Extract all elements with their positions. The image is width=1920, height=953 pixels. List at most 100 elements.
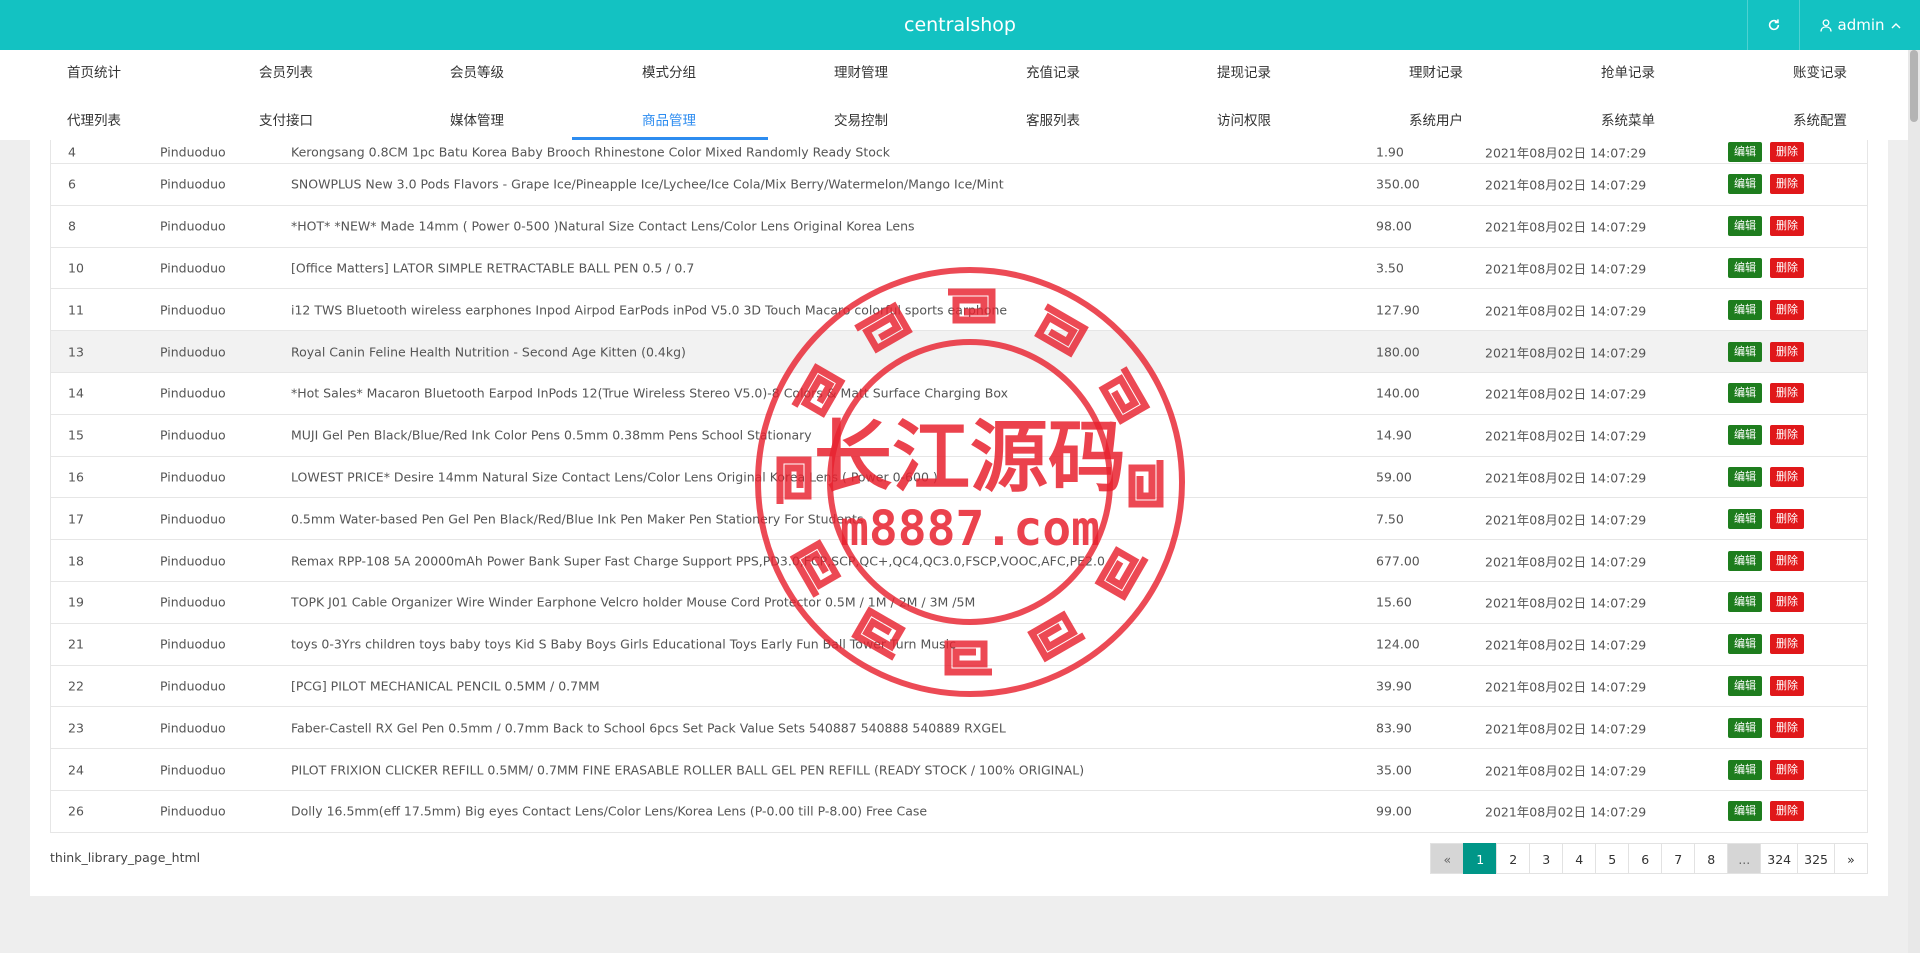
nav-item-members[interactable]: 会员列表 xyxy=(259,51,449,95)
edit-button[interactable]: 编辑 xyxy=(1728,216,1762,237)
table-row: 21 Pinduoduo toys 0-3Yrs children toys bab… xyxy=(51,624,1867,666)
delete-button[interactable]: 删除 xyxy=(1770,675,1804,696)
delete-button[interactable]: 删除 xyxy=(1770,383,1804,404)
row-actions: 编辑 删除 xyxy=(1728,675,1804,696)
page-scrollbar[interactable] xyxy=(1908,50,1920,953)
cell-shop: Pinduoduo xyxy=(160,678,226,694)
scrollbar-thumb[interactable] xyxy=(1910,50,1918,122)
page-number-button[interactable]: 2 xyxy=(1496,843,1531,874)
nav-item-payment[interactable]: 支付接口 xyxy=(259,99,449,143)
cell-id: 24 xyxy=(68,762,84,778)
cell-price: 35.00 xyxy=(1376,762,1412,778)
cell-time: 2021年08月02日 14:07:29 xyxy=(1485,554,1647,570)
delete-button[interactable]: 删除 xyxy=(1770,341,1804,362)
page-number-button[interactable]: 325 xyxy=(1797,843,1835,874)
delete-button[interactable]: 删除 xyxy=(1770,592,1804,613)
cell-shop: Pinduoduo xyxy=(160,511,226,527)
cell-shop: Pinduoduo xyxy=(160,176,226,192)
edit-button[interactable]: 编辑 xyxy=(1728,425,1762,446)
edit-button[interactable]: 编辑 xyxy=(1728,174,1762,195)
delete-button[interactable]: 删除 xyxy=(1770,466,1804,487)
table-row: 17 Pinduoduo 0.5mm Water-based Pen Gel Pen… xyxy=(51,498,1867,541)
cell-time: 2021年08月02日 14:07:29 xyxy=(1485,303,1647,319)
page-number-button[interactable]: 3 xyxy=(1529,843,1564,874)
page-number-button[interactable]: 6 xyxy=(1628,843,1663,874)
user-menu[interactable]: admin xyxy=(1799,0,1920,50)
edit-button[interactable]: 编辑 xyxy=(1728,759,1762,780)
cell-time: 2021年08月02日 14:07:29 xyxy=(1485,470,1647,486)
edit-button[interactable]: 编辑 xyxy=(1728,550,1762,571)
edit-button[interactable]: 编辑 xyxy=(1728,383,1762,404)
edit-button[interactable]: 编辑 xyxy=(1728,299,1762,320)
chevron-up-icon xyxy=(1891,22,1900,28)
nav-item-order-records[interactable]: 抢单记录 xyxy=(1601,51,1791,95)
cell-product-name: MUJI Gel Pen Black/Blue/Red Ink Color Pe… xyxy=(291,427,812,443)
main-nav: 首页统计 会员列表 会员等级 模式分组 理财管理 充值记录 提现记录 理财记录 … xyxy=(0,50,1908,140)
nav-item-agents[interactable]: 代理列表 xyxy=(67,99,257,143)
next-page-button[interactable]: » xyxy=(1834,843,1868,874)
edit-button[interactable]: 编辑 xyxy=(1728,257,1762,278)
cell-id: 4 xyxy=(68,144,76,159)
nav-item-system-users[interactable]: 系统用户 xyxy=(1409,99,1599,143)
nav-item-finance-records[interactable]: 理财记录 xyxy=(1409,51,1599,95)
cell-price: 39.90 xyxy=(1376,678,1412,694)
nav-item-finance[interactable]: 理财管理 xyxy=(834,51,1024,95)
cell-shop: Pinduoduo xyxy=(160,260,226,276)
edit-button[interactable]: 编辑 xyxy=(1728,634,1762,655)
app-title: centralshop xyxy=(904,14,1016,36)
delete-button[interactable]: 删除 xyxy=(1770,299,1804,320)
page-number-button[interactable]: 1 xyxy=(1463,843,1498,874)
cell-shop: Pinduoduo xyxy=(160,469,226,485)
nav-item-support[interactable]: 客服列表 xyxy=(1026,99,1216,143)
edit-button[interactable]: 编辑 xyxy=(1728,675,1762,696)
page-number-button[interactable]: 324 xyxy=(1760,843,1799,874)
cell-product-name: Faber-Castell RX Gel Pen 0.5mm / 0.7mm B… xyxy=(291,720,1006,736)
delete-button[interactable]: 删除 xyxy=(1770,759,1804,780)
delete-button[interactable]: 删除 xyxy=(1770,425,1804,446)
refresh-button[interactable] xyxy=(1747,0,1799,50)
edit-button[interactable]: 编辑 xyxy=(1728,466,1762,487)
cell-time: 2021年08月02日 14:07:29 xyxy=(1485,804,1647,820)
edit-button[interactable]: 编辑 xyxy=(1728,592,1762,613)
cell-id: 16 xyxy=(68,469,84,485)
delete-button[interactable]: 删除 xyxy=(1770,801,1804,822)
cell-price: 7.50 xyxy=(1376,511,1404,527)
nav-item-mode-groups[interactable]: 模式分组 xyxy=(642,51,832,95)
cell-product-name: LOWEST PRICE* Desire 14mm Natural Size C… xyxy=(291,469,938,485)
delete-button[interactable]: 删除 xyxy=(1770,141,1804,162)
edit-button[interactable]: 编辑 xyxy=(1728,717,1762,738)
edit-button[interactable]: 编辑 xyxy=(1728,141,1762,162)
delete-button[interactable]: 删除 xyxy=(1770,508,1804,529)
page-number-button[interactable]: 4 xyxy=(1562,843,1597,874)
edit-button[interactable]: 编辑 xyxy=(1728,341,1762,362)
nav-item-member-levels[interactable]: 会员等级 xyxy=(450,51,640,95)
cell-id: 21 xyxy=(68,636,84,652)
delete-button[interactable]: 删除 xyxy=(1770,550,1804,571)
product-table: 4 Pinduoduo Kerongsang 0.8CM 1pc Batu Kore… xyxy=(50,140,1868,833)
edit-button[interactable]: 编辑 xyxy=(1728,508,1762,529)
cell-time: 2021年08月02日 14:07:29 xyxy=(1485,261,1647,277)
cell-shop: Pinduoduo xyxy=(160,720,226,736)
nav-item-system-menu[interactable]: 系统菜单 xyxy=(1601,99,1791,143)
edit-button[interactable]: 编辑 xyxy=(1728,801,1762,822)
nav-item-system-config[interactable]: 系统配置 xyxy=(1793,99,1920,143)
table-row: 19 Pinduoduo TOPK J01 Cable Organizer Wire… xyxy=(51,582,1867,624)
delete-button[interactable]: 删除 xyxy=(1770,174,1804,195)
table-row: 22 Pinduoduo [PCG] PILOT MECHANICAL PENCIL… xyxy=(51,666,1867,708)
page-number-button[interactable]: 5 xyxy=(1595,843,1630,874)
page-number-button[interactable]: 7 xyxy=(1661,843,1696,874)
cell-shop: Pinduoduo xyxy=(160,594,226,610)
nav-item-balance-changes[interactable]: 账变记录 xyxy=(1793,51,1920,95)
delete-button[interactable]: 删除 xyxy=(1770,257,1804,278)
prev-page-button[interactable]: « xyxy=(1430,843,1465,874)
nav-item-recharge[interactable]: 充值记录 xyxy=(1026,51,1216,95)
delete-button[interactable]: 删除 xyxy=(1770,634,1804,655)
nav-item-withdraw[interactable]: 提现记录 xyxy=(1217,51,1407,95)
page-number-button[interactable]: 8 xyxy=(1694,843,1729,874)
cell-id: 8 xyxy=(68,218,76,234)
nav-item-permissions[interactable]: 访问权限 xyxy=(1217,99,1407,143)
delete-button[interactable]: 删除 xyxy=(1770,216,1804,237)
delete-button[interactable]: 删除 xyxy=(1770,717,1804,738)
nav-item-trade-control[interactable]: 交易控制 xyxy=(834,99,1024,143)
nav-item-dashboard[interactable]: 首页统计 xyxy=(67,51,257,95)
